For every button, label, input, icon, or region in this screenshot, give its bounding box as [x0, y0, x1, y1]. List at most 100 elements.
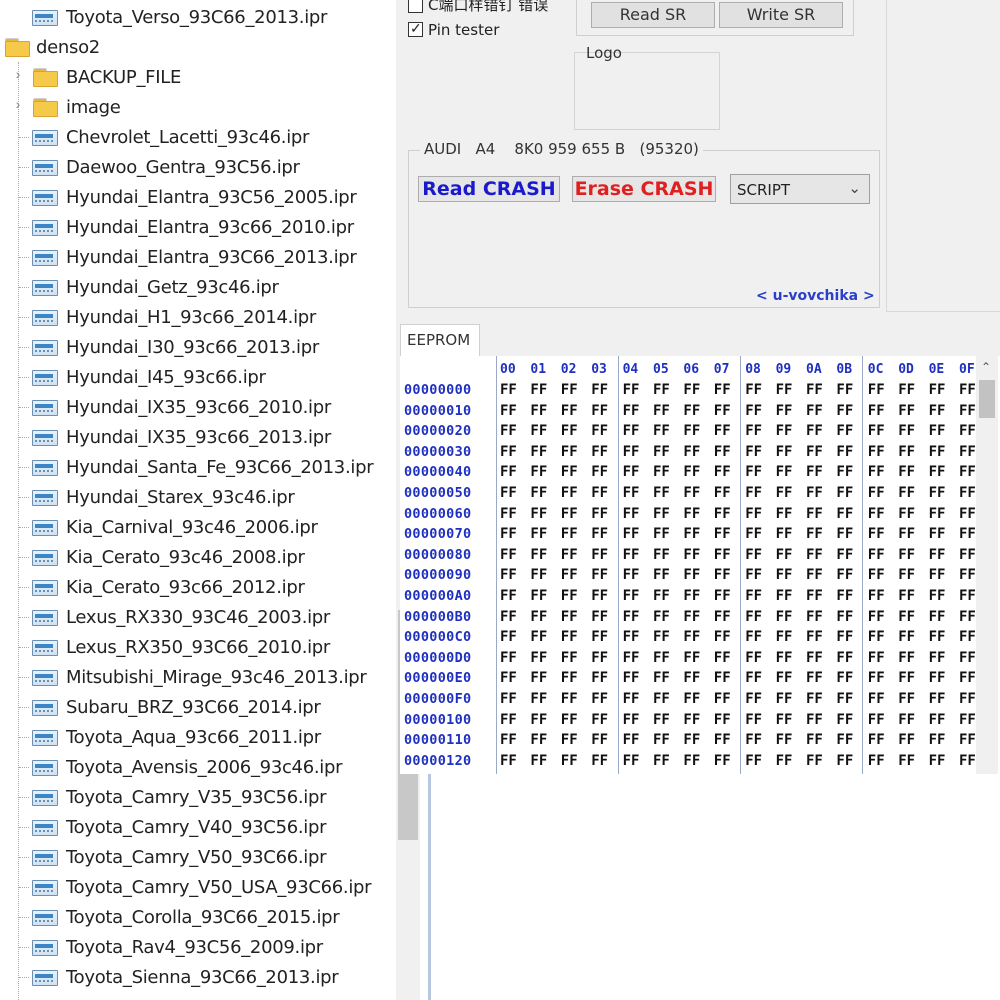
tree-file[interactable]: Toyota_Aqua_93c66_2011.ipr — [32, 722, 321, 752]
hex-byte[interactable]: FF — [623, 526, 640, 542]
hex-byte[interactable]: FF — [683, 547, 700, 563]
tree-file[interactable]: Toyota_Camry_V35_93C56.ipr — [32, 782, 327, 812]
hex-byte[interactable]: FF — [500, 650, 517, 666]
hex-byte[interactable]: FF — [530, 485, 547, 501]
hex-byte[interactable]: FF — [836, 732, 853, 748]
hex-byte[interactable]: FF — [561, 670, 578, 686]
hex-byte[interactable]: FF — [898, 609, 915, 625]
hex-byte[interactable]: FF — [929, 609, 946, 625]
hex-byte[interactable]: FF — [714, 567, 731, 583]
hex-byte[interactable]: FF — [683, 444, 700, 460]
hex-byte[interactable]: FF — [530, 423, 547, 439]
hex-byte[interactable]: FF — [745, 444, 762, 460]
hex-byte[interactable]: FF — [623, 464, 640, 480]
hex-byte[interactable]: FF — [591, 609, 608, 625]
hex-byte[interactable]: FF — [836, 382, 853, 398]
hex-byte[interactable]: FF — [500, 712, 517, 728]
hex-byte[interactable]: FF — [776, 588, 793, 604]
hex-byte[interactable]: FF — [929, 423, 946, 439]
hex-byte[interactable]: FF — [500, 670, 517, 686]
hex-byte[interactable]: FF — [776, 712, 793, 728]
hex-byte[interactable]: FF — [591, 464, 608, 480]
hex-byte[interactable]: FF — [714, 526, 731, 542]
hex-byte[interactable]: FF — [500, 567, 517, 583]
tree-file[interactable]: Toyota_Corolla_93C66_2015.ipr — [32, 902, 340, 932]
hex-byte[interactable]: FF — [868, 588, 885, 604]
hex-byte[interactable]: FF — [929, 712, 946, 728]
hex-byte[interactable]: FF — [745, 567, 762, 583]
hex-byte[interactable]: FF — [530, 732, 547, 748]
hex-byte[interactable]: FF — [500, 382, 517, 398]
hex-byte[interactable]: FF — [591, 382, 608, 398]
hex-byte[interactable]: FF — [898, 567, 915, 583]
tree-file[interactable]: Hyundai_Santa_Fe_93C66_2013.ipr — [32, 452, 374, 482]
hex-byte[interactable]: FF — [500, 403, 517, 419]
hex-byte[interactable]: FF — [561, 691, 578, 707]
hex-byte[interactable]: FF — [898, 650, 915, 666]
hex-byte[interactable]: FF — [806, 423, 823, 439]
hex-byte[interactable]: FF — [959, 464, 976, 480]
hex-byte[interactable]: FF — [776, 629, 793, 645]
hex-byte[interactable]: FF — [500, 506, 517, 522]
hex-byte[interactable]: FF — [530, 526, 547, 542]
hex-byte[interactable]: FF — [561, 547, 578, 563]
hex-scrollbar[interactable]: ⌃ — [976, 356, 998, 774]
hex-byte[interactable]: FF — [898, 629, 915, 645]
hex-byte[interactable]: FF — [623, 609, 640, 625]
hex-byte[interactable]: FF — [836, 609, 853, 625]
tree-file[interactable]: Kia_Cerato_93c66_2012.ipr — [32, 572, 305, 602]
hex-byte[interactable]: FF — [591, 629, 608, 645]
hex-byte[interactable]: FF — [836, 588, 853, 604]
hex-byte[interactable]: FF — [683, 650, 700, 666]
hex-byte[interactable]: FF — [591, 403, 608, 419]
hex-byte[interactable]: FF — [623, 444, 640, 460]
hex-byte[interactable]: FF — [959, 526, 976, 542]
hex-byte[interactable]: FF — [653, 732, 670, 748]
hex-byte[interactable]: FF — [836, 629, 853, 645]
hex-byte[interactable]: FF — [929, 650, 946, 666]
hex-byte[interactable]: FF — [623, 403, 640, 419]
hex-byte[interactable]: FF — [623, 485, 640, 501]
hex-byte[interactable]: FF — [959, 423, 976, 439]
hex-byte[interactable]: FF — [683, 382, 700, 398]
hex-byte[interactable]: FF — [868, 547, 885, 563]
hex-byte[interactable]: FF — [683, 732, 700, 748]
hex-byte[interactable]: FF — [745, 423, 762, 439]
hex-byte[interactable]: FF — [959, 650, 976, 666]
hex-byte[interactable]: FF — [836, 670, 853, 686]
hex-byte[interactable]: FF — [714, 464, 731, 480]
expand-arrow-icon[interactable]: › — [12, 96, 24, 112]
hex-byte[interactable]: FF — [653, 464, 670, 480]
hex-byte[interactable]: FF — [776, 485, 793, 501]
hex-byte[interactable]: FF — [530, 567, 547, 583]
hex-byte[interactable]: FF — [776, 464, 793, 480]
hex-byte[interactable]: FF — [836, 444, 853, 460]
hex-byte[interactable]: FF — [836, 526, 853, 542]
tree-file[interactable]: Hyundai_Starex_93c46.ipr — [32, 482, 295, 512]
hex-byte[interactable]: FF — [561, 753, 578, 769]
hex-byte[interactable]: FF — [745, 732, 762, 748]
hex-byte[interactable]: FF — [836, 506, 853, 522]
eeprom-hex-grid[interactable]: 00 01 02 03 04 05 06 07 08 09 0A 0B 0C 0D 0E 0F 00000000… — [400, 356, 976, 774]
hex-byte[interactable]: FF — [683, 609, 700, 625]
hex-byte[interactable]: FF — [868, 670, 885, 686]
hex-byte[interactable]: FF — [714, 382, 731, 398]
hex-byte[interactable]: FF — [653, 444, 670, 460]
hex-byte[interactable]: FF — [836, 712, 853, 728]
tree-file[interactable]: Hyundai_I45_93c66.ipr — [32, 362, 266, 392]
hex-byte[interactable]: FF — [653, 526, 670, 542]
hex-byte[interactable]: FF — [745, 588, 762, 604]
tree-folder[interactable]: image — [32, 92, 121, 122]
hex-byte[interactable]: FF — [683, 485, 700, 501]
hex-byte[interactable]: FF — [806, 588, 823, 604]
tree-file[interactable]: Lexus_RX330_93C46_2003.ipr — [32, 602, 330, 632]
hex-byte[interactable]: FF — [959, 712, 976, 728]
hex-byte[interactable]: FF — [868, 464, 885, 480]
hex-byte[interactable]: FF — [959, 588, 976, 604]
hex-byte[interactable]: FF — [653, 670, 670, 686]
hex-byte[interactable]: FF — [500, 691, 517, 707]
hex-byte[interactable]: FF — [653, 753, 670, 769]
hex-byte[interactable]: FF — [929, 464, 946, 480]
tree-file[interactable]: Lexus_RX350_93C66_2010.ipr — [32, 632, 330, 662]
hex-byte[interactable]: FF — [898, 444, 915, 460]
